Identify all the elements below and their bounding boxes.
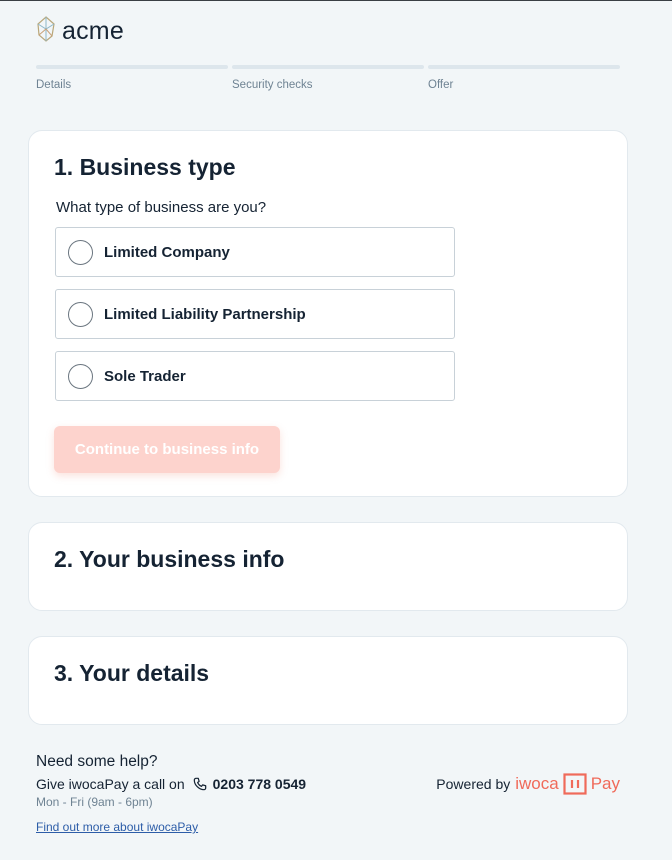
iwoca-pay-mark-icon [563,773,587,795]
option-label: Sole Trader [104,367,186,385]
step-bar [36,65,228,69]
step-bar [428,65,620,69]
phone-number[interactable]: 0203 778 0549 [213,776,306,792]
help-title: Need some help? [36,753,158,770]
option-label: Limited Liability Partnership [104,305,306,323]
brand-pay-text: Pay [590,774,620,793]
option-label: Limited Company [104,243,230,261]
continue-to-business-info-button[interactable]: Continue to business info [54,426,280,473]
radio-button[interactable] [68,239,93,265]
step-security-checks: Security checks [232,65,424,91]
your-details-card[interactable]: 3. Your details [28,636,628,725]
section-title: 1. Business type [54,154,236,180]
step-details: Details [36,65,228,91]
section-title: 2. Your business info [54,546,285,572]
radio-button[interactable] [68,301,93,327]
acme-gem-icon [36,16,56,47]
opening-hours: Mon - Fri (9am - 6pm) [36,795,153,809]
business-info-card[interactable]: 2. Your business info [28,522,628,611]
find-out-more-link[interactable]: Find out more about iwocaPay [36,820,198,834]
brand-iwoca-text: iwoca [515,774,559,793]
step-label: Details [36,79,72,91]
powered-by-iwocapay: Powered by iwoca Pay [436,773,620,795]
call-text: Give iwocaPay a call on [36,776,185,792]
step-label: Offer [428,79,454,91]
logo-text: acme [62,17,124,45]
section-title: 3. Your details [54,660,210,686]
step-bar [232,65,424,69]
acme-logo[interactable]: acme [36,16,124,47]
phone-icon [193,777,207,791]
option-limited-company[interactable]: Limited Company [55,227,455,277]
radio-button[interactable] [68,363,93,389]
option-limited-liability-partnership[interactable]: Limited Liability Partnership [55,289,455,339]
business-type-question: What type of business are you? [56,199,267,216]
option-sole-trader[interactable]: Sole Trader [55,351,455,401]
powered-by-label: Powered by [436,776,511,792]
progress-steps: Details Security checks Offer [36,65,620,91]
step-offer: Offer [428,65,620,91]
step-label: Security checks [232,79,313,91]
business-type-card: 1. Business type What type of business a… [28,130,628,497]
